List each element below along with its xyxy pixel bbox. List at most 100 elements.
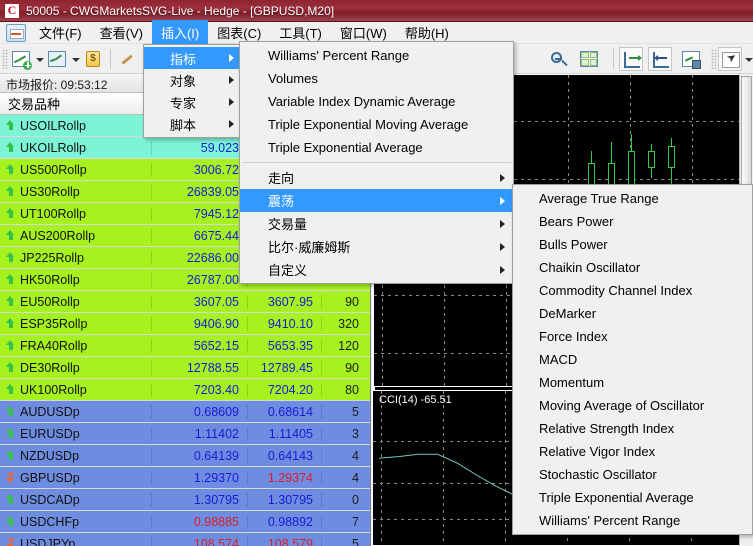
save-template-icon[interactable] [679,47,703,71]
market-watch-row[interactable]: USDCHFp 0.98885 0.98892 7 [0,511,370,533]
market-watch-row[interactable]: GBPUSDp 1.29370 1.29374 4 [0,467,370,489]
menu-item-label: 指标 [170,51,197,67]
oscillator-menu-item-4[interactable]: Commodity Channel Index [513,279,752,302]
oscillator-menu-item-9[interactable]: Moving Average of Oscillator [513,394,752,417]
oscillator-menu-item-5[interactable]: DeMarker [513,302,752,325]
menu-insert[interactable]: 插入(I) [151,19,209,46]
insert-menu-item-1[interactable]: 对象 [144,69,242,91]
new-chart-icon[interactable] [9,47,33,71]
market-watch-row[interactable]: AUDUSDp 0.68609 0.68614 5 [0,401,370,423]
market-watch-row[interactable]: ESP35Rollp 9406.90 9410.10 320 [0,313,370,335]
indicator-menu-item-9[interactable]: 比尔·威廉姆斯 [240,235,513,258]
menu-item-label: 专家 [170,95,197,111]
market-watch-row[interactable]: NZDUSDp 0.64139 0.64143 4 [0,445,370,467]
profiles-dropdown-icon[interactable] [70,47,80,71]
menu-item-label: Force Index [539,329,608,344]
arrow-up-icon [6,516,15,527]
oscillator-menu-item-14[interactable]: Williams' Percent Range [513,509,752,532]
indicator-menu-item-7[interactable]: 震荡 [240,189,513,212]
menu-item-label: Moving Average of Oscillator [539,398,705,413]
oscillator-menu-item-1[interactable]: Bears Power [513,210,752,233]
market-watch-row[interactable]: USDCADp 1.30795 1.30795 0 [0,489,370,511]
market-watch-row[interactable]: DE30Rollp 12788.55 12789.45 90 [0,357,370,379]
menu-item-label: 走向 [268,171,295,186]
submenu-arrow-icon [500,265,505,274]
indicator-menu-item-2[interactable]: Variable Index Dynamic Average [240,90,513,113]
bid-price: 22686.00 [152,250,248,265]
menu-item-label: Relative Vigor Index [539,444,656,459]
oscillator-menu-item-7[interactable]: MACD [513,348,752,371]
spread-value: 5 [352,404,359,419]
market-watch-row[interactable]: USDJPYp 108.574 108.579 5 [0,533,370,546]
spread-value: 3 [352,426,359,441]
spread-value: 80 [345,382,359,397]
menu-file[interactable]: 文件(F) [30,20,91,46]
indicator-menu-item-4[interactable]: Triple Exponential Average [240,136,513,159]
menu-item-label: MACD [539,352,578,367]
oscillator-menu-item-0[interactable]: Average True Range [513,187,752,210]
menu-view[interactable]: 查看(V) [91,20,152,46]
market-watch-row[interactable]: FRA40Rollp 5652.15 5653.35 120 [0,335,370,357]
submenu-arrow-icon [229,76,234,84]
tile-windows-icon[interactable] [577,47,601,71]
menu-item-label: Volumes [268,71,318,86]
oscillator-menu-item-3[interactable]: Chaikin Oscillator [513,256,752,279]
market-watch-row[interactable]: EURUSDp 1.11402 1.11405 3 [0,423,370,445]
insert-menu-item-3[interactable]: 脚本 [144,113,242,135]
ask-price: 3607.95 [248,294,322,309]
ask-price: 1.11405 [248,426,322,441]
indicator-menu-item-3[interactable]: Triple Exponential Moving Average [240,113,513,136]
column-header-symbol[interactable]: 交易品种 [0,94,152,113]
arrow-up-icon [6,252,15,263]
cursor-icon[interactable] [718,46,742,71]
oscillator-menu-item-6[interactable]: Force Index [513,325,752,348]
oscillator-menu-item-8[interactable]: Momentum [513,371,752,394]
ask-price: 12789.45 [248,360,322,375]
indicator-menu-item-10[interactable]: 自定义 [240,258,513,281]
indicator-menu-item-6[interactable]: 走向 [240,166,513,189]
application-icon [6,23,26,42]
toolbar-grip[interactable] [2,48,8,69]
cwg-logo-icon [4,2,20,19]
market-watch-row[interactable]: UK100Rollp 7203.40 7204.20 80 [0,379,370,401]
market-watch-row[interactable]: EU50Rollp 3607.05 3607.95 90 [0,291,370,313]
shift-right-icon[interactable] [619,46,643,71]
insert-menu-item-2[interactable]: 专家 [144,91,242,113]
indicator-menu-item-1[interactable]: Volumes [240,67,513,90]
market-watch-icon[interactable] [81,47,105,71]
oscillator-menu-item-13[interactable]: Triple Exponential Average [513,486,752,509]
oscillator-menu-item-2[interactable]: Bulls Power [513,233,752,256]
ask-price: 9410.10 [248,316,322,331]
arrow-down-icon [6,538,15,546]
toolbar-grip-2[interactable] [711,48,717,69]
new-order-icon[interactable] [116,47,140,71]
indicator-menu-item-8[interactable]: 交易量 [240,212,513,235]
arrow-up-icon [6,362,15,373]
zoom-out-icon[interactable] [546,47,570,71]
indicators-submenu-popup: Williams' Percent Range Volumes Variable I… [239,41,514,284]
symbol-name: USDCADp [20,492,80,507]
cursor-dropdown-icon[interactable] [743,47,753,71]
arrow-up-icon [6,142,15,153]
bid-price: 108.574 [152,536,248,546]
oscillator-menu-item-11[interactable]: Relative Vigor Index [513,440,752,463]
symbol-name: USDCHFp [20,514,80,529]
menu-item-label: 脚本 [170,117,197,133]
ask-price: 0.68614 [248,404,322,419]
indicator-menu-item-0[interactable]: Williams' Percent Range [240,44,513,67]
profiles-icon[interactable] [45,47,69,71]
bid-price: 0.64139 [152,448,248,463]
symbol-name: DE30Rollp [20,360,80,375]
oscillator-menu-item-12[interactable]: Stochastic Oscillator [513,463,752,486]
insert-menu-item-0[interactable]: 指标 [144,47,242,69]
bid-price: 9406.90 [152,316,248,331]
arrow-up-icon [6,450,15,461]
oscillator-menu-item-10[interactable]: Relative Strength Index [513,417,752,440]
shift-left-icon[interactable] [648,46,672,71]
arrow-up-icon [6,318,15,329]
bid-price: 3607.05 [152,294,248,309]
new-chart-dropdown-icon[interactable] [34,47,44,71]
symbol-name: EURUSDp [20,426,80,441]
bid-price: 0.68609 [152,404,248,419]
bid-price: 1.11402 [152,426,248,441]
